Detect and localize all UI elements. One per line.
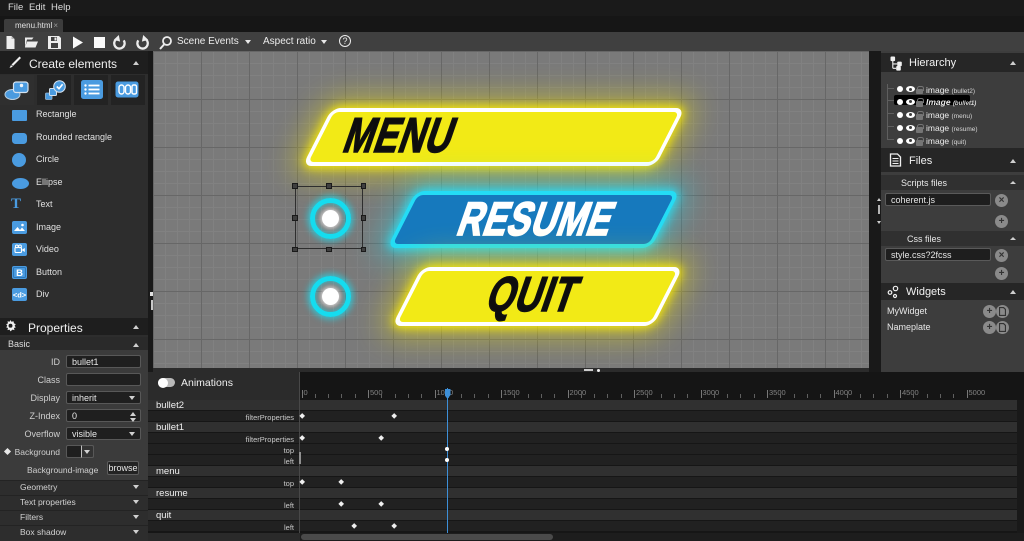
svg-text:B: B: [16, 268, 23, 279]
svg-text:<d>: <d>: [13, 291, 27, 300]
